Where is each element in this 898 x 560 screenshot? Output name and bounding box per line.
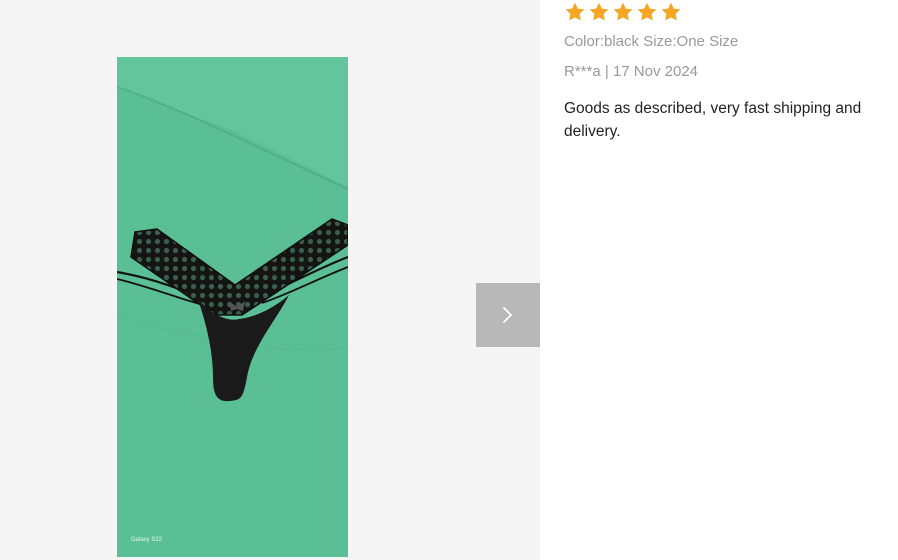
review-text: Goods as described, very fast shipping a… (564, 100, 862, 140)
review-separator: | (604, 63, 609, 80)
chevron-right-icon (503, 307, 512, 323)
review-author-line: R***a | 17 Nov 2024 (564, 62, 884, 82)
review-author: R***a (564, 63, 601, 80)
review-date: 17 Nov 2024 (612, 63, 699, 80)
review-details: Color:black Size:One Size R***a | 17 Nov… (564, 0, 884, 143)
star-icon (589, 2, 609, 21)
star-icon (661, 2, 681, 21)
review-sku-info: Color:black Size:One Size (564, 33, 739, 50)
photo-watermark: Galaxy S22 (131, 537, 163, 543)
star-icon (613, 2, 633, 21)
photo-content (117, 57, 348, 402)
review-photo[interactable]: Galaxy S22 (117, 57, 348, 557)
star-rating (564, 0, 884, 24)
star-icon (565, 2, 585, 21)
star-icon (637, 2, 657, 21)
next-image-button[interactable] (476, 283, 540, 347)
review-image-gallery: Galaxy S22 (0, 0, 540, 560)
